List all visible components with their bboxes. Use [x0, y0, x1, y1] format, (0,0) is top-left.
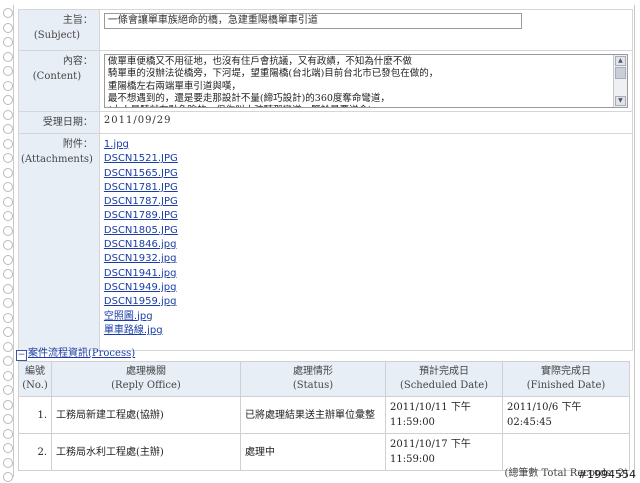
content-row: 內容： (Content) 做單車便橋又不用征地，也沒有住戶會抗議，又有政績，不…: [18, 50, 633, 112]
attachment-link[interactable]: DSCN1846.jpg: [104, 238, 628, 252]
process-status: 處理中: [240, 433, 386, 471]
binder-ring: [3, 66, 13, 76]
attachment-link[interactable]: DSCN1932.jpg: [104, 252, 628, 266]
attachment-link[interactable]: DSCN1521.JPG: [104, 152, 628, 166]
binder-ring: [3, 356, 13, 366]
binder-ring: [3, 138, 13, 149]
attachment-link[interactable]: DSCN1789.JPG: [104, 209, 628, 223]
header-scheduled-date: 預計完成日 (Scheduled Date): [385, 361, 503, 397]
case-sheet: 主旨： (Subject) 一條會讓單車族絕命的橋，急建重陽橋單車引道 內容： …: [13, 5, 635, 479]
binder-ring: [3, 37, 13, 47]
attachments-label-zh: 附件：: [62, 139, 93, 150]
date-row: 受理日期： 2011/09/29: [18, 111, 633, 134]
binder-ring: [3, 22, 13, 33]
attachments-label-en: (Attachments): [21, 154, 93, 165]
binder-ring: [3, 385, 13, 395]
binder-ring: [3, 182, 13, 192]
attachment-link[interactable]: 空照圖.jpg: [104, 310, 628, 324]
content-label-en: (Content): [32, 71, 82, 82]
binder-ring: [3, 312, 13, 323]
process-office: 工務局新建工程處(協辦): [51, 396, 241, 434]
binder-ring: [3, 240, 13, 250]
subject-row: 主旨： (Subject) 一條會讓單車族絕命的橋，急建重陽橋單車引道: [18, 9, 633, 51]
content-scrollbar[interactable]: ▲ ▼: [612, 55, 627, 107]
scroll-thumb[interactable]: [614, 67, 626, 79]
binder-ring: [3, 167, 13, 178]
binder-ring: [3, 254, 13, 265]
binder-ring: [3, 414, 13, 424]
date-label: 受理日期：: [18, 111, 100, 134]
binder-ring: [3, 153, 13, 163]
attachment-link[interactable]: 單車路線.jpg: [104, 324, 628, 338]
process-section-header[interactable]: − 案件流程資訊(Process): [16, 344, 135, 361]
attachment-link[interactable]: DSCN1787.JPG: [104, 195, 628, 209]
binder-ring: [3, 95, 13, 105]
attachment-link[interactable]: DSCN1565.JPG: [104, 167, 628, 181]
binder-ring: [3, 124, 13, 134]
header-status: 處理情形 (Status): [240, 361, 386, 397]
process-table-body: 1. 工務局新建工程處(協辦) 已將處理結果送主辦單位彙整 2011/10/11 下午…: [18, 396, 630, 471]
binder-ring: [3, 399, 13, 410]
subject-label-zh: 主旨：: [62, 15, 93, 26]
content-label-zh: 內容：: [62, 56, 93, 67]
content-text: 做單車便橋又不用征地，也沒有住戶會抗議，又有政績，不知為什麼不做 騎單車的沒辦法…: [107, 56, 439, 107]
binder-ring: [3, 8, 13, 18]
process-table: 編號 (No.) 處理機關 (Reply Office) 處理情形 (Status) …: [18, 361, 630, 471]
binder-ring: [3, 269, 13, 279]
process-scheduled-date: 2011/10/11 下午 11:59:00: [385, 396, 503, 434]
binder-ring: [3, 298, 13, 308]
attachments-label: 附件： (Attachments): [18, 133, 100, 351]
attachments-row: 附件： (Attachments) 1.jpg DSCN1521.JPG DSCN1…: [18, 133, 633, 351]
header-no: 編號 (No.): [18, 361, 52, 397]
binder-ring: [3, 211, 13, 221]
process-status: 已將處理結果送主辦單位彙整: [240, 396, 386, 434]
header-finished-date: 實際完成日 (Finished Date): [502, 361, 630, 397]
binder-ring: [3, 283, 13, 294]
subject-label: 主旨： (Subject): [18, 9, 100, 51]
binder-ring: [3, 327, 13, 337]
process-row: 1. 工務局新建工程處(協辦) 已將處理結果送主辦單位彙整 2011/10/11 下午…: [18, 396, 630, 434]
binder-ring: [3, 370, 13, 381]
case-detail-table: 主旨： (Subject) 一條會讓單車族絕命的橋，急建重陽橋單車引道 內容： …: [18, 9, 633, 351]
binder-ring: [3, 51, 13, 62]
process-scheduled-date: 2011/10/17 下午 11:59:00: [385, 433, 503, 471]
binder-ring: [3, 457, 13, 468]
content-label: 內容： (Content): [18, 50, 100, 112]
attachment-link[interactable]: DSCN1781.JPG: [104, 181, 628, 195]
binder-ring: [3, 428, 13, 439]
attachment-link[interactable]: DSCN1949.jpg: [104, 281, 628, 295]
attachment-link[interactable]: DSCN1805.JPG: [104, 224, 628, 238]
binder-ring: [3, 80, 13, 91]
process-finished-date: 2011/10/6 下午 02:45:45: [502, 396, 630, 434]
process-title-link[interactable]: 案件流程資訊(Process): [28, 348, 135, 359]
scroll-down-icon[interactable]: ▼: [614, 96, 626, 106]
date-value: 2011/09/29: [98, 111, 633, 134]
subject-label-en: (Subject): [33, 30, 81, 41]
content-cell: 做單車便橋又不用征地，也沒有住戶會抗議，又有政績，不知為什麼不做 騎單車的沒辦法…: [98, 50, 633, 112]
binder-ring: [3, 443, 13, 453]
binder-ring: [3, 225, 13, 236]
process-no: 2.: [18, 433, 52, 471]
binder-rings: [0, 0, 14, 483]
binder-ring: [3, 109, 13, 120]
collapse-icon[interactable]: −: [16, 350, 27, 361]
attachment-link[interactable]: DSCN1941.jpg: [104, 267, 628, 281]
process-office: 工務局水利工程處(主辦): [51, 433, 241, 471]
binder-ring: [3, 472, 13, 482]
binder-ring: [3, 196, 13, 207]
attachment-link[interactable]: DSCN1959.jpg: [104, 295, 628, 309]
process-no: 1.: [18, 396, 52, 434]
attachment-link[interactable]: 1.jpg: [104, 138, 628, 152]
process-header-row: 編號 (No.) 處理機關 (Reply Office) 處理情形 (Status) …: [18, 361, 630, 397]
watermark-id: #1994554: [577, 468, 636, 481]
subject-field[interactable]: 一條會讓單車族絕命的橋，急建重陽橋單車引道: [103, 13, 522, 29]
subject-cell: 一條會讓單車族絕命的橋，急建重陽橋單車引道: [98, 9, 633, 51]
content-textarea[interactable]: 做單車便橋又不用征地，也沒有住戶會抗議，又有政績，不知為什麼不做 騎單車的沒辦法…: [103, 54, 628, 108]
scroll-up-icon[interactable]: ▲: [614, 56, 626, 66]
binder-ring: [3, 341, 13, 352]
attachment-list: 1.jpg DSCN1521.JPG DSCN1565.JPG DSCN1781.JP…: [104, 137, 628, 338]
header-reply-office: 處理機關 (Reply Office): [51, 361, 241, 397]
attachments-cell: 1.jpg DSCN1521.JPG DSCN1565.JPG DSCN1781.JP…: [98, 133, 633, 351]
